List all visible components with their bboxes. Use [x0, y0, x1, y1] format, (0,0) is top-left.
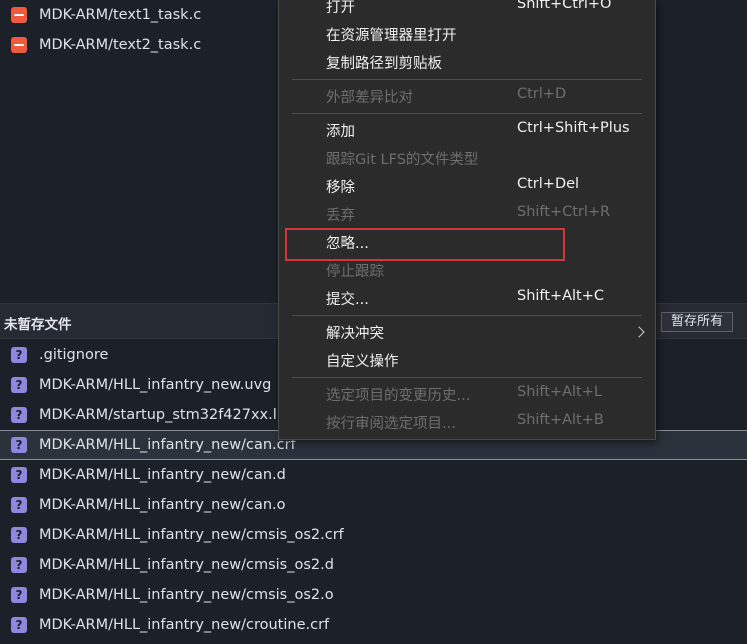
untracked-icon: ?	[11, 377, 27, 393]
menu-item-shortcut: Shift+Ctrl+R	[517, 204, 611, 220]
menu-item-history: 选定项目的变更历史... Shift+Alt+L	[279, 380, 655, 408]
context-menu: 打开 Shift+Ctrl+O 在资源管理器里打开 复制路径到剪贴板 外部差异比…	[278, 0, 656, 440]
unstaged-title: 未暂存文件	[4, 317, 72, 333]
unstaged-file-row[interactable]: ? MDK-ARM/HLL_infantry_new/cmsis_os2.crf	[0, 520, 747, 550]
menu-item-label: 在资源管理器里打开	[326, 28, 457, 44]
file-path: MDK-ARM/text2_task.c	[39, 37, 202, 53]
menu-item-label: 移除	[326, 180, 355, 196]
menu-item-remove[interactable]: 移除 Ctrl+Del	[279, 172, 655, 200]
menu-item-open-in-explorer[interactable]: 在资源管理器里打开	[279, 20, 655, 48]
menu-item-blame: 按行审阅选定项目... Shift+Alt+B	[279, 408, 655, 436]
untracked-icon: ?	[11, 587, 27, 603]
file-path: MDK-ARM/HLL_infantry_new/can.d	[39, 467, 286, 483]
menu-item-shortcut: Shift+Alt+B	[517, 412, 604, 428]
file-path: .gitignore	[39, 347, 109, 363]
menu-item-discard: 丢弃 Shift+Ctrl+R	[279, 200, 655, 228]
menu-item-shortcut: Ctrl+Shift+Plus	[517, 120, 630, 136]
menu-item-resolve-conflicts[interactable]: 解决冲突	[279, 318, 655, 346]
modified-icon	[11, 37, 27, 53]
untracked-icon: ?	[11, 437, 27, 453]
menu-item-label: 提交...	[326, 292, 369, 308]
unstaged-file-row[interactable]: ? MDK-ARM/HLL_infantry_new/cmsis_os2.d	[0, 550, 747, 580]
menu-item-label: 选定项目的变更历史...	[326, 388, 471, 404]
file-path: MDK-ARM/HLL_infantry_new/cmsis_os2.crf	[39, 527, 344, 543]
untracked-icon: ?	[11, 557, 27, 573]
file-path: MDK-ARM/HLL_infantry_new.uvg	[39, 377, 272, 393]
unstaged-file-row[interactable]: ? MDK-ARM/HLL_infantry_new/cmsis_os2.o	[0, 580, 747, 610]
stash-all-button[interactable]: 暂存所有	[661, 312, 733, 332]
menu-item-shortcut: Shift+Ctrl+O	[517, 0, 612, 12]
menu-item-open[interactable]: 打开 Shift+Ctrl+O	[279, 0, 655, 20]
menu-item-shortcut: Shift+Alt+C	[517, 288, 605, 304]
chevron-right-icon	[633, 326, 645, 338]
file-path: MDK-ARM/HLL_infantry_new/cmsis_os2.d	[39, 557, 334, 573]
file-path: MDK-ARM/text1_task.c	[39, 7, 202, 23]
menu-separator	[292, 315, 642, 316]
modified-icon	[11, 7, 27, 23]
menu-item-shortcut: Ctrl+Del	[517, 176, 580, 192]
menu-item-copy-path[interactable]: 复制路径到剪贴板	[279, 48, 655, 76]
unstaged-file-row[interactable]: ? MDK-ARM/HLL_infantry_new/can.d	[0, 460, 747, 490]
file-path: MDK-ARM/HLL_infantry_new/cmsis_os2.o	[39, 587, 334, 603]
menu-separator	[292, 79, 642, 80]
unstaged-file-row[interactable]: ? MDK-ARM/HLL_infantry_new/croutine.crf	[0, 610, 747, 640]
untracked-icon: ?	[11, 407, 27, 423]
menu-item-shortcut: Shift+Alt+L	[517, 384, 602, 400]
file-path: MDK-ARM/HLL_infantry_new/can.crf	[39, 437, 296, 453]
untracked-icon: ?	[11, 347, 27, 363]
annotation-highlight-box	[285, 228, 565, 261]
menu-item-label: 丢弃	[326, 208, 355, 224]
menu-item-label: 外部差异比对	[326, 90, 413, 106]
menu-item-custom-actions[interactable]: 自定义操作	[279, 346, 655, 374]
menu-item-label: 复制路径到剪贴板	[326, 56, 442, 72]
menu-separator	[292, 113, 642, 114]
untracked-icon: ?	[11, 617, 27, 633]
menu-item-label: 添加	[326, 124, 355, 140]
untracked-icon: ?	[11, 467, 27, 483]
menu-item-commit[interactable]: 提交... Shift+Alt+C	[279, 284, 655, 312]
menu-item-shortcut: Ctrl+D	[517, 86, 567, 102]
menu-item-label: 停止跟踪	[326, 264, 384, 280]
untracked-icon: ?	[11, 527, 27, 543]
untracked-icon: ?	[11, 497, 27, 513]
menu-item-label: 按行审阅选定项目...	[326, 416, 456, 432]
menu-item-label: 解决冲突	[326, 326, 384, 342]
unstaged-file-row[interactable]: ? MDK-ARM/HLL_infantry_new/can.o	[0, 490, 747, 520]
menu-item-external-diff: 外部差异比对 Ctrl+D	[279, 82, 655, 110]
menu-item-label: 跟踪Git LFS的文件类型	[326, 152, 479, 168]
menu-item-track-lfs: 跟踪Git LFS的文件类型	[279, 144, 655, 172]
menu-separator	[292, 377, 642, 378]
menu-item-label: 自定义操作	[326, 354, 399, 370]
file-path: MDK-ARM/HLL_infantry_new/croutine.crf	[39, 617, 330, 633]
menu-item-add[interactable]: 添加 Ctrl+Shift+Plus	[279, 116, 655, 144]
file-path: MDK-ARM/startup_stm32f427xx.l	[39, 407, 277, 423]
menu-item-label: 打开	[326, 0, 355, 16]
file-path: MDK-ARM/HLL_infantry_new/can.o	[39, 497, 286, 513]
